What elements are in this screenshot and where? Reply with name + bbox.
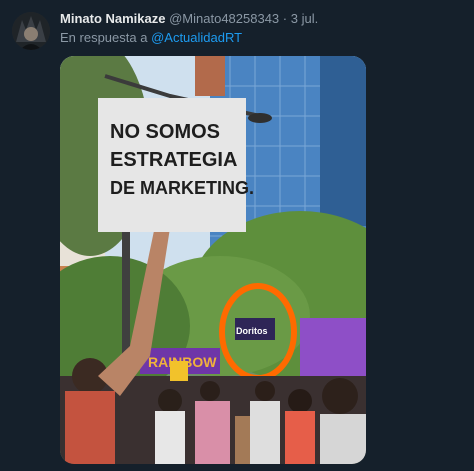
display-name[interactable]: Minato Namikaze xyxy=(60,11,165,26)
avatar[interactable] xyxy=(12,12,50,50)
photo-scene: RAINBOW Doritos NO SOMOS ESTRATEGIA DE M… xyxy=(60,56,366,464)
handle[interactable]: @Minato48258343 xyxy=(169,11,279,26)
dark-tower xyxy=(320,56,366,226)
avatar-icon xyxy=(12,12,50,50)
tweet-photo[interactable]: RAINBOW Doritos NO SOMOS ESTRATEGIA DE M… xyxy=(60,56,366,464)
separator: · xyxy=(282,11,288,26)
brand-text: Doritos xyxy=(236,326,268,336)
reply-context: En respuesta a @ActualidadRT xyxy=(60,30,242,45)
sign-line-3: DE MARKETING. xyxy=(110,178,254,198)
tweet-header: Minato Namikaze @Minato48258343 · 3 jul. xyxy=(60,11,318,26)
reply-prefix: En respuesta a xyxy=(60,30,148,45)
sign-line-2: ESTRATEGIA xyxy=(110,149,237,171)
reply-to-link[interactable]: @ActualidadRT xyxy=(151,30,242,45)
float-purple xyxy=(300,318,366,378)
sign-line-1: NO SOMOS xyxy=(110,121,220,143)
timestamp[interactable]: 3 jul. xyxy=(291,11,318,26)
